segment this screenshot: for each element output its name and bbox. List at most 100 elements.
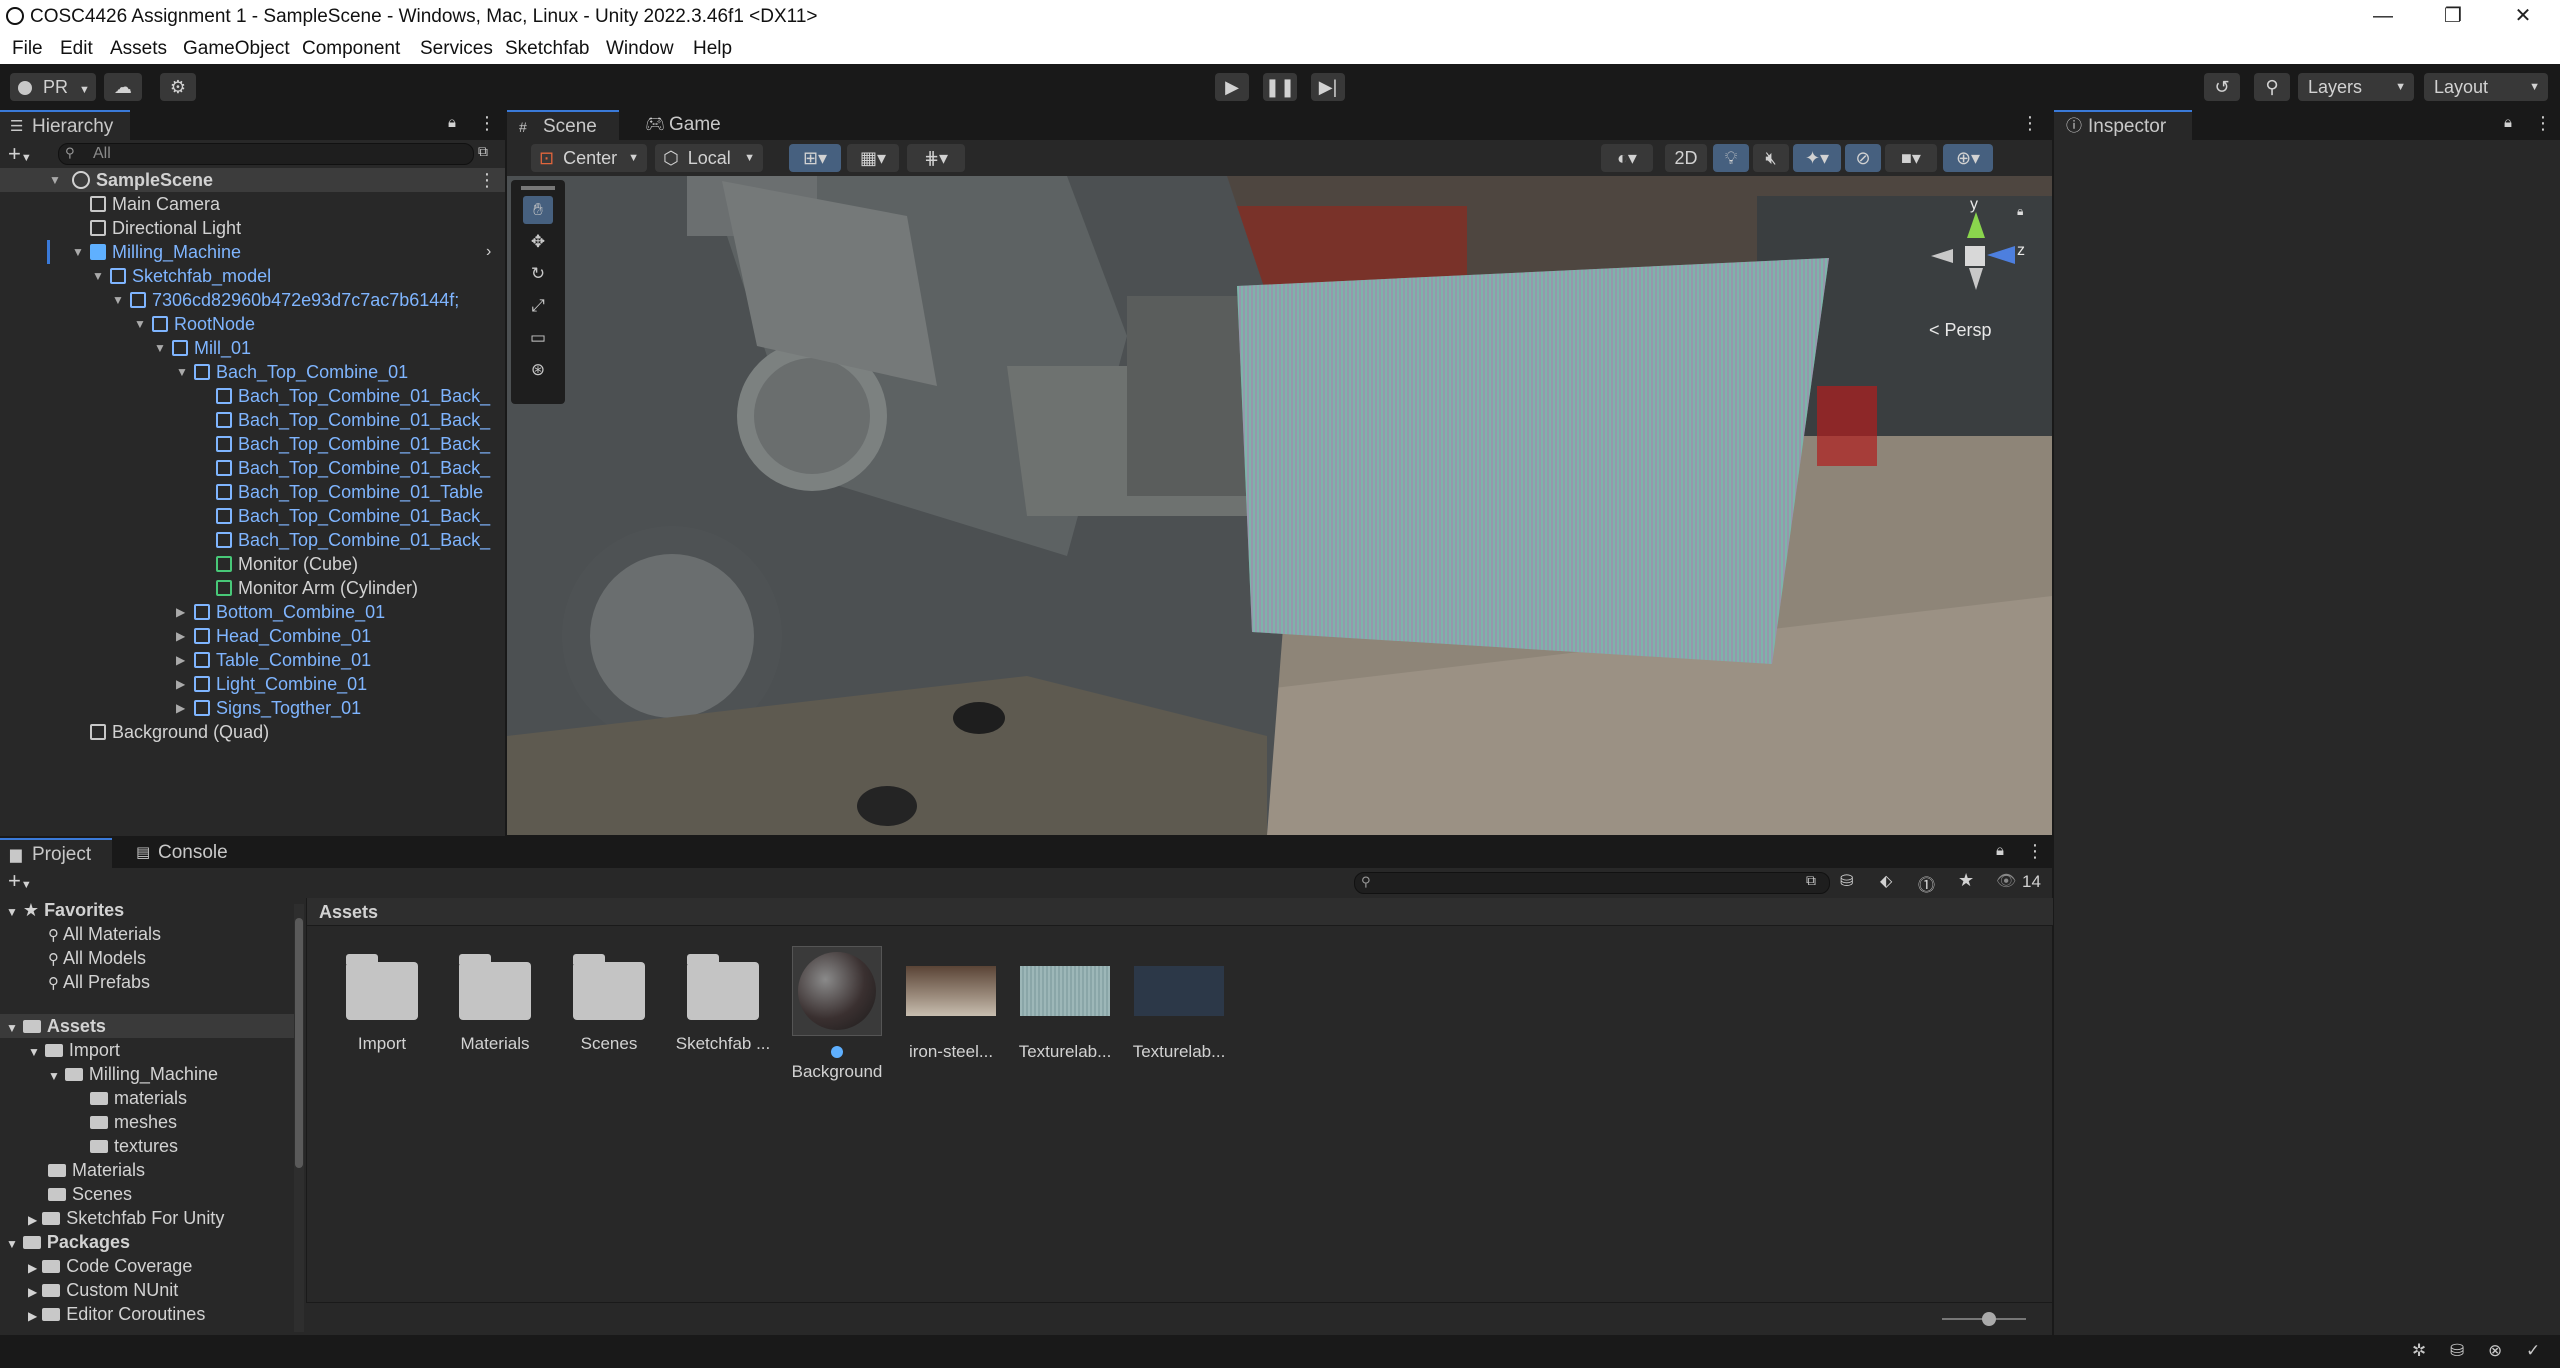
hierarchy-search-input[interactable]: ⚲ All: [58, 143, 474, 165]
expand-arrow-icon[interactable]: ▼: [134, 312, 146, 336]
scale-tool-icon[interactable]: ⤢: [523, 292, 553, 320]
expand-arrow-icon[interactable]: ▼: [72, 240, 84, 264]
menu-edit[interactable]: Edit: [60, 38, 93, 60]
asset-item[interactable]: Sketchfab ...: [673, 946, 773, 1054]
search-options-icon[interactable]: ⧉: [478, 143, 488, 160]
tab-game[interactable]: 🎮︎ Game: [635, 110, 735, 140]
tree-row[interactable]: ▼ Mill_01: [154, 336, 251, 360]
pause-button[interactable]: ❚❚: [1263, 73, 1297, 101]
tree-row[interactable]: Monitor (Cube): [216, 552, 358, 576]
toggle-2d-button[interactable]: 2D: [1665, 144, 1707, 172]
gizmos-dropdown[interactable]: ⊕▾: [1943, 144, 1993, 172]
tree-row[interactable]: ▶ Head_Combine_01: [176, 624, 371, 648]
orientation-gizmo[interactable]: y z 🔒︎: [1917, 196, 2037, 316]
network-icon[interactable]: ⊗: [2488, 1341, 2502, 1361]
create-button[interactable]: +▼: [8, 143, 32, 169]
progress-icon[interactable]: ✓: [2526, 1341, 2540, 1361]
rect-tool-icon[interactable]: ▭: [523, 324, 553, 352]
more-options-icon[interactable]: ⋮: [478, 113, 496, 134]
hidden-packages-icon[interactable]: 👁︎: [1996, 871, 2016, 891]
folder-item[interactable]: Scenes: [48, 1182, 132, 1206]
expand-arrow-icon[interactable]: ▶: [28, 1261, 37, 1275]
expand-arrow-icon[interactable]: ▶: [176, 600, 185, 624]
tree-row[interactable]: Monitor Arm (Cylinder): [216, 576, 418, 600]
folder-item[interactable]: textures: [90, 1134, 178, 1158]
packages-header[interactable]: ▼ Packages: [6, 1230, 130, 1254]
breadcrumb-assets[interactable]: Assets: [319, 902, 378, 923]
scrollbar-thumb[interactable]: [295, 918, 303, 1168]
favorite-item[interactable]: ⚲ All Models: [48, 946, 146, 970]
tree-row[interactable]: Bach_Top_Combine_01_Back_: [216, 456, 490, 480]
favorites-header[interactable]: ▼ ★ Favorites: [6, 898, 124, 922]
pivot-dropdown[interactable]: ⊡ Center ▼: [531, 144, 647, 172]
effects-dropdown[interactable]: ✦▾: [1793, 144, 1841, 172]
tree-row[interactable]: Bach_Top_Combine_01_Back_: [216, 408, 490, 432]
menu-assets[interactable]: Assets: [110, 38, 167, 60]
filter-type-icon[interactable]: ⛁: [1840, 871, 1853, 891]
expand-arrow-icon[interactable]: ▶: [28, 1213, 37, 1227]
expand-arrow-icon[interactable]: ▼: [154, 336, 166, 360]
lock-icon[interactable]: 🔒︎: [1996, 842, 2004, 859]
tree-row[interactable]: Bach_Top_Combine_01_Back_: [216, 504, 490, 528]
history-button[interactable]: ↺: [2204, 73, 2240, 101]
gizmo-neg-y-axis-icon[interactable]: [1969, 268, 1983, 290]
gizmo-x-axis-icon[interactable]: [1931, 249, 1953, 263]
gizmo-y-axis-icon[interactable]: [1967, 212, 1985, 238]
lighting-toggle[interactable]: 💡︎: [1713, 144, 1749, 172]
layers-dropdown[interactable]: Layers ▼: [2298, 73, 2414, 101]
grid-snapping-button[interactable]: ⊞▾: [789, 144, 841, 172]
gizmo-center-icon[interactable]: [1965, 246, 1985, 266]
more-options-icon[interactable]: ⋮: [2534, 113, 2552, 134]
tree-row[interactable]: Bach_Top_Combine_01_Back_: [216, 384, 490, 408]
expand-arrow-icon[interactable]: ▶: [176, 624, 185, 648]
lock-icon[interactable]: 🔒︎: [2504, 114, 2512, 131]
folder-item[interactable]: ▶ Sketchfab For Unity: [28, 1206, 224, 1230]
tree-row[interactable]: ▼ Milling_Machine: [72, 240, 241, 264]
transform-tool-icon[interactable]: ⊛: [523, 356, 553, 384]
tab-inspector[interactable]: ⓘ Inspector: [2054, 110, 2192, 140]
tree-row[interactable]: ▼ SampleScene: [49, 168, 213, 192]
grid-visibility-button[interactable]: ▦▾: [847, 144, 899, 172]
cloud-button[interactable]: ☁: [104, 73, 142, 101]
tree-row[interactable]: Background (Quad): [90, 720, 269, 744]
tab-hierarchy[interactable]: ☰ Hierarchy: [0, 110, 130, 140]
expand-arrow-icon[interactable]: ▼: [112, 288, 124, 312]
tree-row[interactable]: ▶ Table_Combine_01: [176, 648, 371, 672]
favorite-item[interactable]: ⚲ All Prefabs: [48, 970, 150, 994]
assets-header[interactable]: ▼ Assets: [6, 1014, 106, 1038]
asset-item[interactable]: Import: [332, 946, 432, 1054]
tree-row[interactable]: Main Camera: [90, 192, 220, 216]
filter-label-icon[interactable]: ⬖: [1880, 871, 1892, 891]
tree-row[interactable]: Directional Light: [90, 216, 241, 240]
expand-arrow-icon[interactable]: ▼: [49, 168, 61, 192]
slider-handle[interactable]: [1982, 1312, 1996, 1326]
audio-toggle[interactable]: 🔇︎: [1753, 144, 1789, 172]
menu-file[interactable]: File: [12, 38, 43, 60]
expand-arrow-icon[interactable]: ▶: [28, 1309, 37, 1323]
tree-row[interactable]: ▼ RootNode: [134, 312, 255, 336]
close-button[interactable]: ✕: [2488, 0, 2558, 33]
space-dropdown[interactable]: ⬡ Local ▼: [655, 144, 763, 172]
tab-project[interactable]: ▆ Project: [0, 838, 112, 868]
asset-item[interactable]: iron-steel...: [901, 946, 1001, 1062]
expand-arrow-icon[interactable]: ▼: [92, 264, 104, 288]
tree-row[interactable]: ▶ Bottom_Combine_01: [176, 600, 385, 624]
asset-item[interactable]: Scenes: [559, 946, 659, 1054]
gizmo-lock-icon[interactable]: 🔒︎: [2017, 204, 2023, 219]
folder-item[interactable]: meshes: [90, 1110, 177, 1134]
expand-arrow-icon[interactable]: ▼: [6, 905, 18, 919]
folder-item[interactable]: ▼ Milling_Machine: [48, 1062, 218, 1086]
asset-item[interactable]: Texturelab...: [1129, 946, 1229, 1062]
palette-drag-handle[interactable]: [521, 186, 555, 190]
perspective-toggle[interactable]: < Persp: [1929, 320, 1992, 341]
folder-item[interactable]: Materials: [48, 1158, 145, 1182]
menu-gameobject[interactable]: GameObject: [183, 38, 290, 60]
debug-icon[interactable]: ✲: [2412, 1341, 2426, 1361]
log-filter-icon[interactable]: ⓵: [1918, 871, 1935, 896]
expand-arrow-icon[interactable]: ▼: [6, 1021, 18, 1035]
folder-tree-scrollbar[interactable]: [294, 904, 304, 1332]
tree-row[interactable]: ▼ Bach_Top_Combine_01: [176, 360, 408, 384]
package-item[interactable]: ▶ Code Coverage: [28, 1254, 192, 1278]
package-item[interactable]: ▶ Custom NUnit: [28, 1278, 178, 1302]
asset-item[interactable]: Texturelab...: [1015, 946, 1115, 1062]
